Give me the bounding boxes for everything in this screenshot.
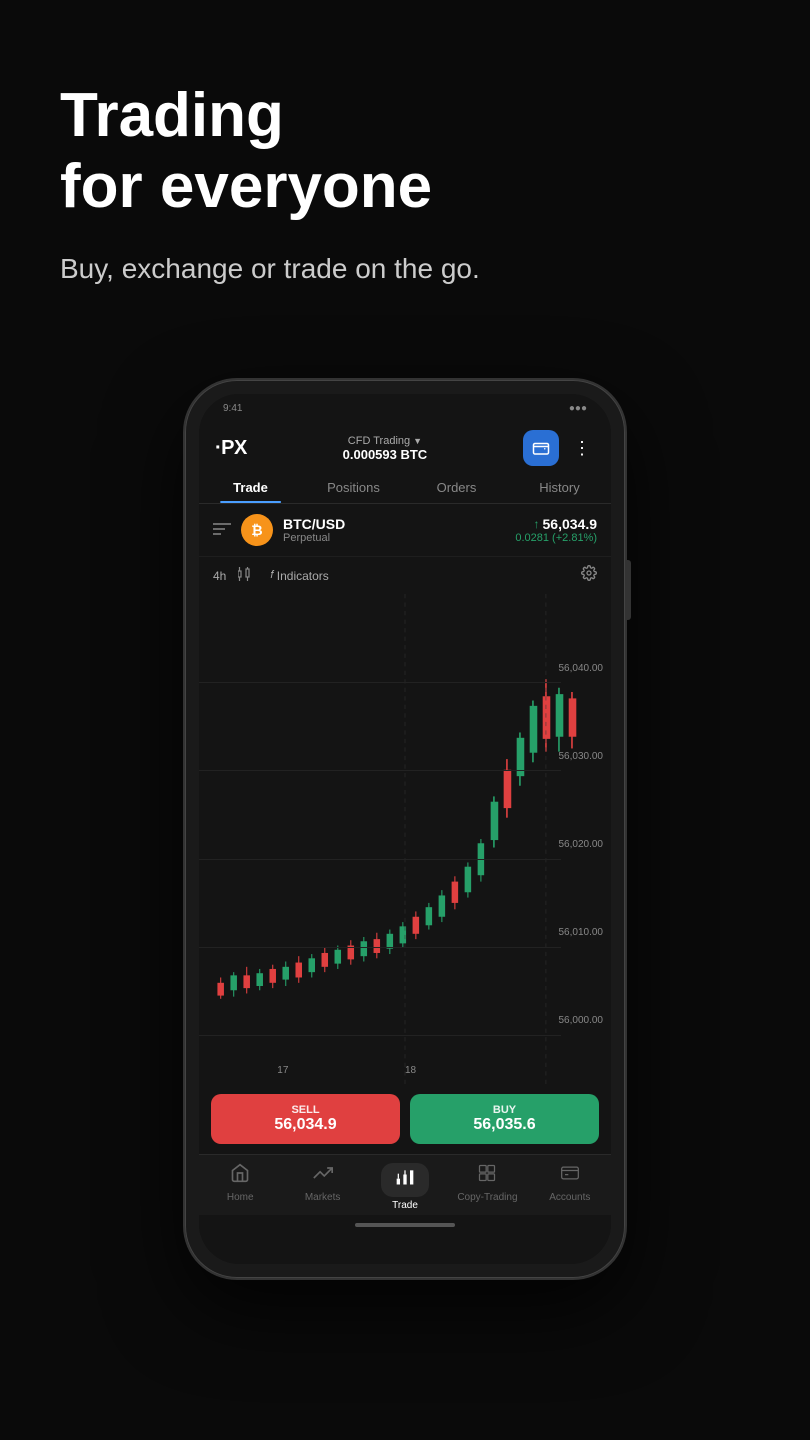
sell-button[interactable]: SELL 56,034.9 bbox=[211, 1094, 400, 1144]
nav-accounts[interactable]: Accounts bbox=[529, 1163, 611, 1211]
copy-trading-icon bbox=[477, 1163, 497, 1189]
buy-button[interactable]: BUY 56,035.6 bbox=[410, 1094, 599, 1144]
nav-markets-label: Markets bbox=[305, 1192, 341, 1203]
date-label-18: 18 bbox=[405, 1065, 416, 1076]
instrument-row[interactable]: ₿ BTC/USD Perpetual ↑ 56,034.9 0.0281 (+… bbox=[199, 504, 611, 557]
candlestick-chart bbox=[199, 594, 611, 1084]
buy-price: 56,035.6 bbox=[420, 1116, 589, 1134]
more-button[interactable]: ⋮ bbox=[569, 434, 595, 463]
nav-copy-trading-label: Copy-Trading bbox=[457, 1192, 517, 1203]
sell-price: 56,034.9 bbox=[221, 1116, 390, 1134]
app-logo: ·PX bbox=[215, 437, 247, 460]
trade-icon bbox=[381, 1163, 429, 1197]
trade-buttons: SELL 56,034.9 BUY 56,035.6 bbox=[199, 1084, 611, 1154]
tab-orders[interactable]: Orders bbox=[405, 470, 508, 503]
nav-trade-label: Trade bbox=[392, 1200, 418, 1211]
tab-history[interactable]: History bbox=[508, 470, 611, 503]
btc-amount: 0.000593 BTC bbox=[343, 447, 428, 462]
grid-line bbox=[199, 947, 561, 948]
indicators-label[interactable]: 𝑓 Indicators bbox=[270, 569, 328, 583]
tab-trade[interactable]: Trade bbox=[199, 470, 302, 503]
tab-bar: Trade Positions Orders History bbox=[199, 470, 611, 504]
home-icon bbox=[230, 1163, 250, 1189]
price-label-2: 56,030.00 bbox=[559, 751, 604, 762]
header-right: ⋮ bbox=[523, 430, 595, 466]
home-bar bbox=[355, 1223, 455, 1227]
chart-area: 56,040.00 56,030.00 56,020.00 56,010.00 … bbox=[199, 594, 611, 1084]
accounts-icon bbox=[560, 1163, 580, 1189]
nav-copy-trading[interactable]: Copy-Trading bbox=[446, 1163, 528, 1211]
price-label-5: 56,000.00 bbox=[559, 1015, 604, 1026]
price-info: ↑ 56,034.9 0.0281 (+2.81%) bbox=[515, 516, 597, 544]
nav-home[interactable]: Home bbox=[199, 1163, 281, 1211]
phone-screen: 9:41 ●●● ·PX CFD Trading ▼ 0.000593 BTC bbox=[199, 394, 611, 1264]
chart-toolbar: 4h 𝑓 Indicators bbox=[199, 557, 611, 594]
date-labels: 17 18 bbox=[199, 1065, 611, 1076]
nav-trade[interactable]: Trade bbox=[364, 1163, 446, 1211]
chart-type-icon[interactable] bbox=[238, 567, 258, 584]
hero-subtitle: Buy, exchange or trade on the go. bbox=[60, 253, 750, 285]
price-label-4: 56,010.00 bbox=[559, 927, 604, 938]
filter-icon bbox=[213, 522, 231, 539]
price-up-arrow: ↑ bbox=[534, 517, 540, 531]
settings-icon[interactable] bbox=[581, 565, 597, 586]
instrument-type: Perpetual bbox=[283, 532, 515, 544]
price-value: 56,034.9 bbox=[543, 516, 598, 532]
instrument-info: BTC/USD Perpetual bbox=[283, 516, 515, 544]
bottom-nav: Home Markets bbox=[199, 1154, 611, 1215]
cfd-label: CFD Trading ▼ bbox=[343, 435, 428, 447]
nav-markets[interactable]: Markets bbox=[281, 1163, 363, 1211]
timeframe-label[interactable]: 4h bbox=[213, 569, 226, 583]
btc-icon: ₿ bbox=[241, 514, 273, 546]
buy-label: BUY bbox=[420, 1104, 589, 1116]
wallet-button[interactable] bbox=[523, 430, 559, 466]
sell-label: SELL bbox=[221, 1104, 390, 1116]
price-main: ↑ 56,034.9 bbox=[515, 516, 597, 532]
nav-home-label: Home bbox=[227, 1192, 254, 1203]
home-indicator bbox=[199, 1215, 611, 1235]
status-bar: 9:41 ●●● bbox=[199, 394, 611, 422]
phone-mockup: 9:41 ●●● ·PX CFD Trading ▼ 0.000593 BTC bbox=[185, 380, 625, 1278]
price-label-1: 56,040.00 bbox=[559, 663, 604, 674]
price-change: 0.0281 (+2.81%) bbox=[515, 532, 597, 544]
price-label-3: 56,020.00 bbox=[559, 839, 604, 850]
date-label-17: 17 bbox=[277, 1065, 288, 1076]
grid-line bbox=[199, 1035, 561, 1036]
app-header: ·PX CFD Trading ▼ 0.000593 BTC bbox=[199, 422, 611, 470]
nav-accounts-label: Accounts bbox=[549, 1192, 590, 1203]
instrument-name: BTC/USD bbox=[283, 516, 515, 532]
markets-icon bbox=[313, 1163, 333, 1189]
hero-title: Trading for everyone bbox=[60, 80, 750, 223]
grid-line bbox=[199, 682, 561, 683]
tab-positions[interactable]: Positions bbox=[302, 470, 405, 503]
header-center: CFD Trading ▼ 0.000593 BTC bbox=[343, 435, 428, 462]
hero-section: Trading for everyone Buy, exchange or tr… bbox=[0, 0, 810, 325]
grid-line bbox=[199, 770, 561, 771]
grid-line bbox=[199, 859, 561, 860]
phone-outer: 9:41 ●●● ·PX CFD Trading ▼ 0.000593 BTC bbox=[185, 380, 625, 1278]
